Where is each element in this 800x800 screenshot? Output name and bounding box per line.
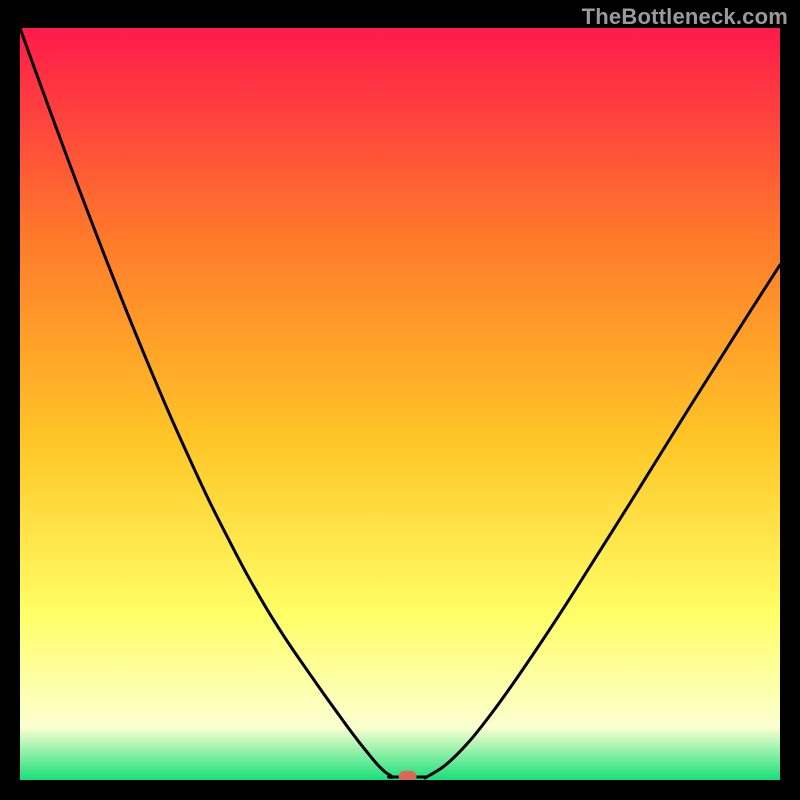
plot-area xyxy=(20,28,780,780)
chart-svg xyxy=(20,28,780,780)
notch-marker xyxy=(399,771,417,780)
watermark-text: TheBottleneck.com xyxy=(582,4,788,30)
chart-container: TheBottleneck.com xyxy=(0,0,800,800)
gradient-background xyxy=(20,28,780,780)
